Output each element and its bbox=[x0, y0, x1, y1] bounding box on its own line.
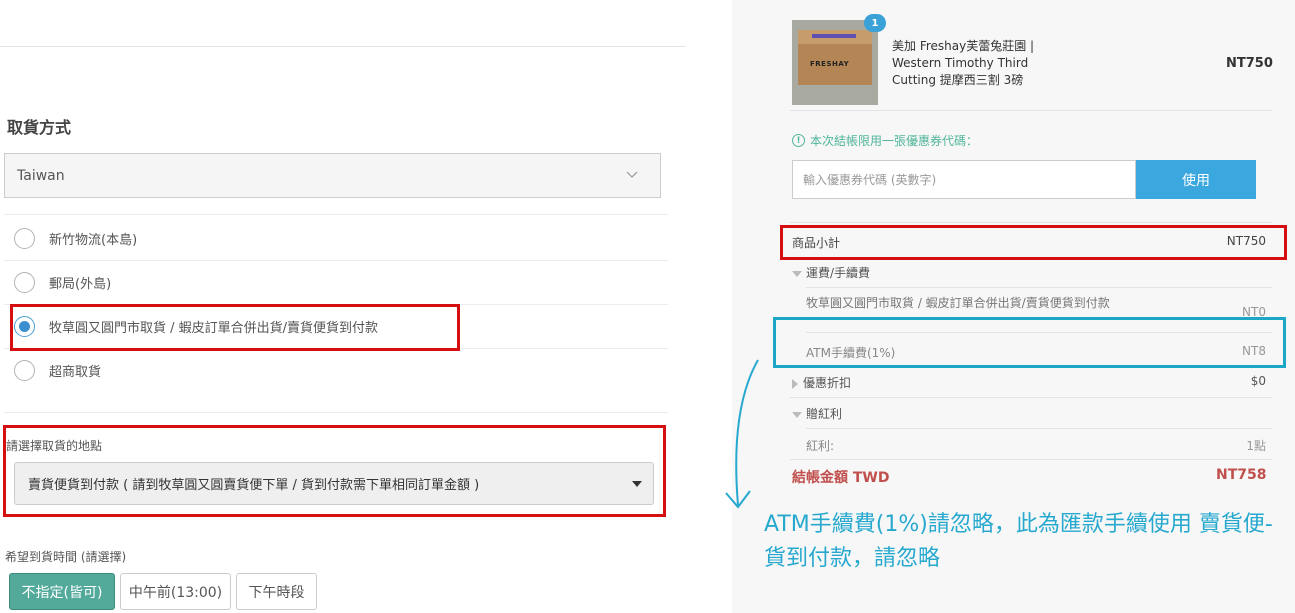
highlight-box bbox=[3, 425, 666, 517]
divider bbox=[806, 287, 1272, 288]
bonus-toggle[interactable]: 贈紅利 bbox=[792, 405, 842, 422]
checkout-page: 取貨方式 Taiwan 新竹物流(本島) 郵局(外島) 牧草圓又圓門市取貨 / … bbox=[0, 0, 1295, 613]
divider bbox=[790, 397, 1272, 398]
caret-right-icon bbox=[792, 378, 798, 389]
product-name[interactable]: 美加 Freshay芙蕾兔莊園 | Western Timothy Third … bbox=[892, 38, 1072, 89]
discount-toggle[interactable]: 優惠折扣 bbox=[792, 374, 851, 391]
caret-down-icon bbox=[792, 270, 802, 277]
quantity-badge: 1 bbox=[864, 14, 886, 32]
divider bbox=[4, 214, 668, 215]
section-title: 取貨方式 bbox=[7, 118, 72, 137]
shipping-line-label: 牧草圓又圓門市取貨 / 蝦皮訂單合併出貨/賣貨便貨到付款 bbox=[806, 296, 1110, 310]
caret-down-icon bbox=[792, 411, 802, 418]
divider bbox=[806, 428, 1272, 429]
divider bbox=[4, 412, 668, 413]
annotation-arrow-icon bbox=[725, 359, 759, 509]
highlight-box bbox=[10, 304, 460, 351]
discount-value: $0 bbox=[1250, 374, 1266, 388]
option-label: 新竹物流(本島) bbox=[49, 233, 138, 248]
divider bbox=[4, 260, 668, 261]
product-logo-text: FRESHAY bbox=[810, 60, 850, 68]
time-option-afternoon[interactable]: 下午時段 bbox=[236, 573, 317, 610]
discount-label: 優惠折扣 bbox=[803, 376, 852, 390]
coupon-note-text: 本次結帳限用一張優惠券代碼： bbox=[810, 134, 979, 148]
total-label: 結帳金額 TWD bbox=[792, 470, 890, 486]
option-label: 郵局(外島) bbox=[49, 277, 112, 292]
annotation-note: ATM手續費(1%)請忽略，此為匯款手續使用 賣貨便-貨到付款，請忽略 bbox=[764, 512, 1273, 571]
shipping-option-hsinchu[interactable]: 新竹物流(本島) bbox=[14, 228, 137, 249]
coupon-placeholder: 輸入優惠券代碼 (英數字) bbox=[803, 173, 937, 187]
time-option-any[interactable]: 不指定(皆可) bbox=[9, 573, 115, 610]
chevron-down-icon bbox=[626, 171, 638, 178]
time-option-noon[interactable]: 中午前(13:00) bbox=[120, 573, 231, 610]
option-label: 超商取貨 bbox=[49, 365, 102, 380]
country-value: Taiwan bbox=[17, 167, 65, 184]
radio-button[interactable] bbox=[14, 272, 35, 293]
radio-button[interactable] bbox=[14, 228, 35, 249]
delivery-time-label: 希望到貨時間 (請選擇) bbox=[5, 550, 127, 564]
highlight-box bbox=[780, 225, 1287, 260]
product-image: FRESHAY bbox=[792, 20, 878, 105]
divider bbox=[790, 459, 1272, 460]
shipping-fee-header: 運費/手續費 bbox=[806, 266, 871, 280]
bonus-header: 贈紅利 bbox=[806, 407, 843, 421]
divider bbox=[790, 110, 1272, 111]
coupon-note: ! 本次結帳限用一張優惠券代碼： bbox=[792, 132, 978, 149]
divider bbox=[0, 46, 686, 47]
country-select[interactable]: Taiwan bbox=[4, 153, 661, 198]
shipping-option-convenience-store[interactable]: 超商取貨 bbox=[14, 360, 101, 381]
total-value: NT758 bbox=[1216, 467, 1267, 483]
coupon-input[interactable]: 輸入優惠券代碼 (英數字) bbox=[792, 160, 1136, 199]
highlight-box bbox=[773, 317, 1286, 368]
info-icon: ! bbox=[792, 134, 805, 147]
product-price: NT750 bbox=[1226, 56, 1273, 71]
bonus-label: 紅利: bbox=[806, 439, 835, 453]
shipping-fee-toggle[interactable]: 運費/手續費 bbox=[792, 264, 870, 281]
bonus-value: 1點 bbox=[1246, 439, 1266, 453]
radio-button[interactable] bbox=[14, 360, 35, 381]
apply-coupon-button[interactable]: 使用 bbox=[1136, 160, 1256, 199]
divider bbox=[790, 222, 1272, 223]
shipping-option-post[interactable]: 郵局(外島) bbox=[14, 272, 111, 293]
